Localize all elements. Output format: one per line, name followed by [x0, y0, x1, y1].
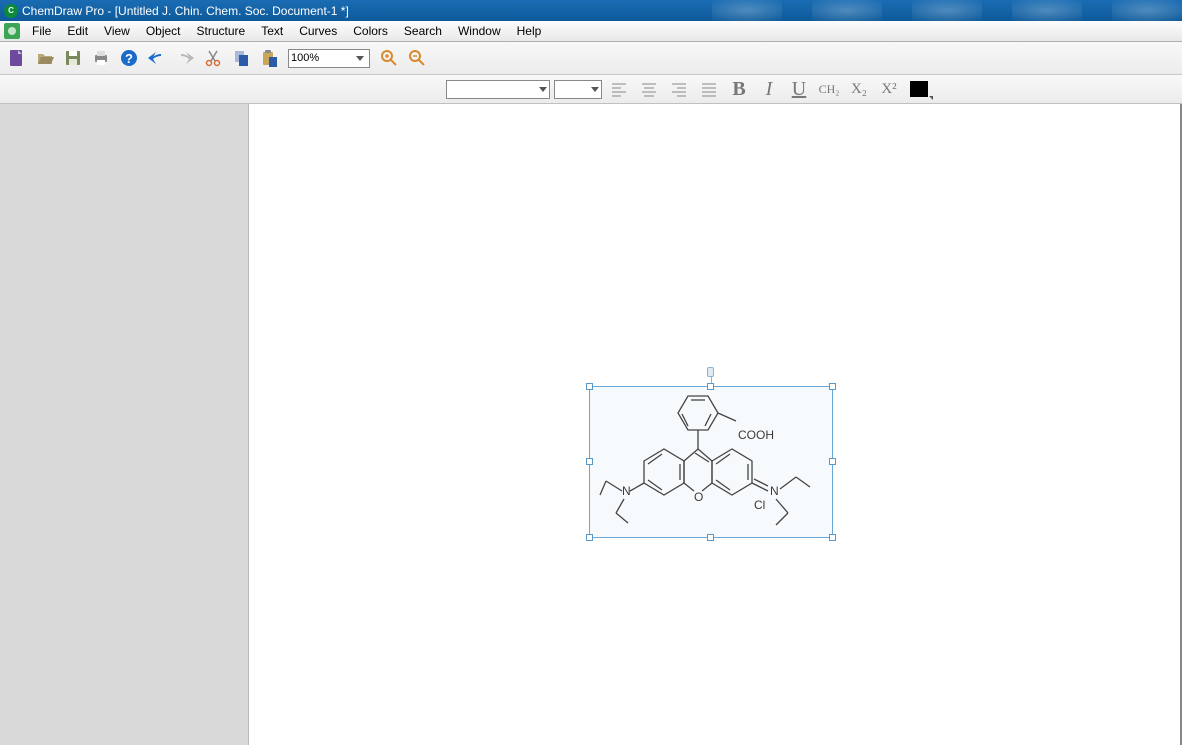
resize-handle-tr[interactable]	[829, 383, 836, 390]
menu-text[interactable]: Text	[253, 22, 291, 40]
menu-help[interactable]: Help	[509, 22, 550, 40]
label-n-right: N	[770, 484, 779, 498]
resize-handle-mt[interactable]	[707, 383, 714, 390]
label-cooh: COOH	[738, 428, 774, 442]
chemical-structure[interactable]: COOH O	[596, 391, 828, 535]
text-toolbar: B I U CH₂ X₂ X²	[0, 75, 1182, 104]
new-document-button[interactable]	[4, 45, 30, 71]
resize-handle-mr[interactable]	[829, 458, 836, 465]
align-justify-button[interactable]	[696, 78, 722, 100]
app-menu-icon[interactable]	[4, 23, 20, 39]
main-toolbar: ? 100%	[0, 42, 1182, 75]
selection-box[interactable]: COOH O	[589, 386, 833, 538]
underline-button[interactable]: U	[786, 78, 812, 100]
align-right-button[interactable]	[666, 78, 692, 100]
menu-edit[interactable]: Edit	[59, 22, 96, 40]
zoom-in-button[interactable]	[376, 45, 402, 71]
text-color-swatch[interactable]	[910, 81, 928, 97]
font-size-combobox[interactable]	[554, 80, 602, 99]
app-icon: C	[4, 4, 18, 18]
formula-button[interactable]: CH₂	[816, 78, 842, 100]
italic-button[interactable]: I	[756, 78, 782, 100]
bold-button[interactable]: B	[726, 78, 752, 100]
label-cl: Cl	[754, 498, 765, 512]
subscript-button[interactable]: X₂	[846, 78, 872, 100]
save-button[interactable]	[60, 45, 86, 71]
menu-colors[interactable]: Colors	[345, 22, 396, 40]
align-center-button[interactable]	[636, 78, 662, 100]
zoom-out-button[interactable]	[404, 45, 430, 71]
zoom-value: 100%	[291, 52, 319, 64]
menu-window[interactable]: Window	[450, 22, 509, 40]
menu-bar: File Edit View Object Structure Text Cur…	[0, 21, 1182, 42]
title-bar: C ChemDraw Pro - [Untitled J. Chin. Chem…	[0, 0, 1182, 21]
left-panel	[0, 104, 249, 745]
superscript-button[interactable]: X²	[876, 78, 902, 100]
window-title: ChemDraw Pro - [Untitled J. Chin. Chem. …	[22, 4, 349, 18]
workspace: COOH O	[0, 104, 1182, 745]
resize-handle-ml[interactable]	[586, 458, 593, 465]
label-o: O	[694, 490, 703, 504]
resize-handle-bl[interactable]	[586, 534, 593, 541]
undo-button[interactable]	[144, 45, 170, 71]
menu-structure[interactable]: Structure	[189, 22, 254, 40]
open-button[interactable]	[32, 45, 58, 71]
cut-button[interactable]	[200, 45, 226, 71]
menu-file[interactable]: File	[24, 22, 59, 40]
resize-handle-tl[interactable]	[586, 383, 593, 390]
print-button[interactable]	[88, 45, 114, 71]
label-n-left: N	[622, 484, 631, 498]
align-left-button[interactable]	[606, 78, 632, 100]
svg-text:?: ?	[125, 51, 133, 66]
copy-button[interactable]	[228, 45, 254, 71]
menu-view[interactable]: View	[96, 22, 138, 40]
font-name-combobox[interactable]	[446, 80, 550, 99]
redo-button[interactable]	[172, 45, 198, 71]
paste-button[interactable]	[256, 45, 282, 71]
resize-handle-br[interactable]	[829, 534, 836, 541]
menu-search[interactable]: Search	[396, 22, 450, 40]
dropdown-icon	[353, 51, 367, 65]
menu-object[interactable]: Object	[138, 22, 189, 40]
resize-handle-mb[interactable]	[707, 534, 714, 541]
menu-curves[interactable]: Curves	[291, 22, 345, 40]
drawing-canvas[interactable]: COOH O	[249, 104, 1182, 745]
zoom-combobox[interactable]: 100%	[288, 49, 370, 68]
help-button[interactable]: ?	[116, 45, 142, 71]
rotate-handle[interactable]	[707, 367, 714, 377]
